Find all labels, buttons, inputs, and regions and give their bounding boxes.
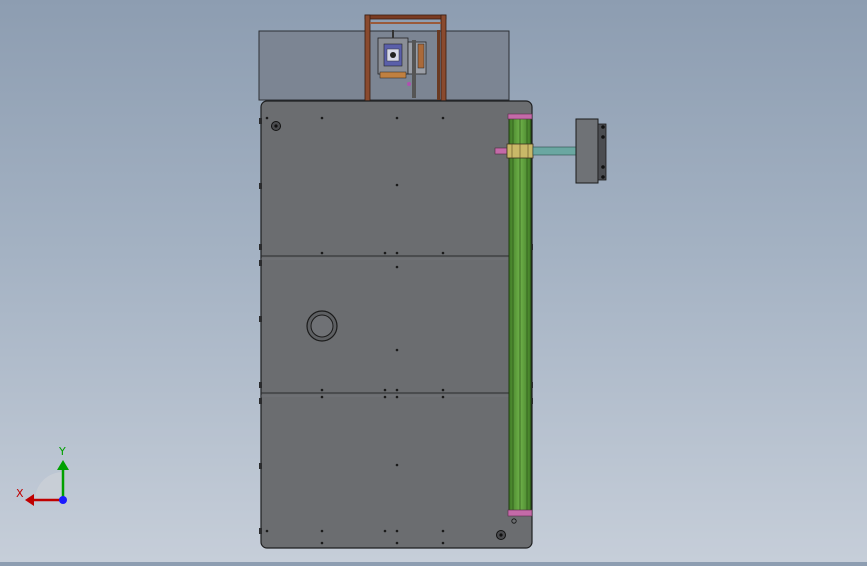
mount-bracket[interactable] bbox=[575, 118, 607, 184]
coordinate-triad: Y X bbox=[16, 445, 69, 506]
corner-knob-bottom-right[interactable] bbox=[496, 530, 506, 540]
round-port[interactable] bbox=[306, 310, 338, 342]
main-panel[interactable] bbox=[260, 100, 533, 549]
cad-graphics-area[interactable]: Y X bbox=[0, 0, 867, 562]
corner-knob-top-left[interactable] bbox=[271, 121, 281, 131]
y-axis-label: Y bbox=[58, 445, 66, 458]
cad-model-view[interactable]: Y X bbox=[0, 0, 867, 562]
connecting-rod[interactable] bbox=[532, 146, 582, 156]
x-axis-label: X bbox=[16, 487, 24, 500]
linear-guide-rail[interactable] bbox=[507, 113, 533, 524]
